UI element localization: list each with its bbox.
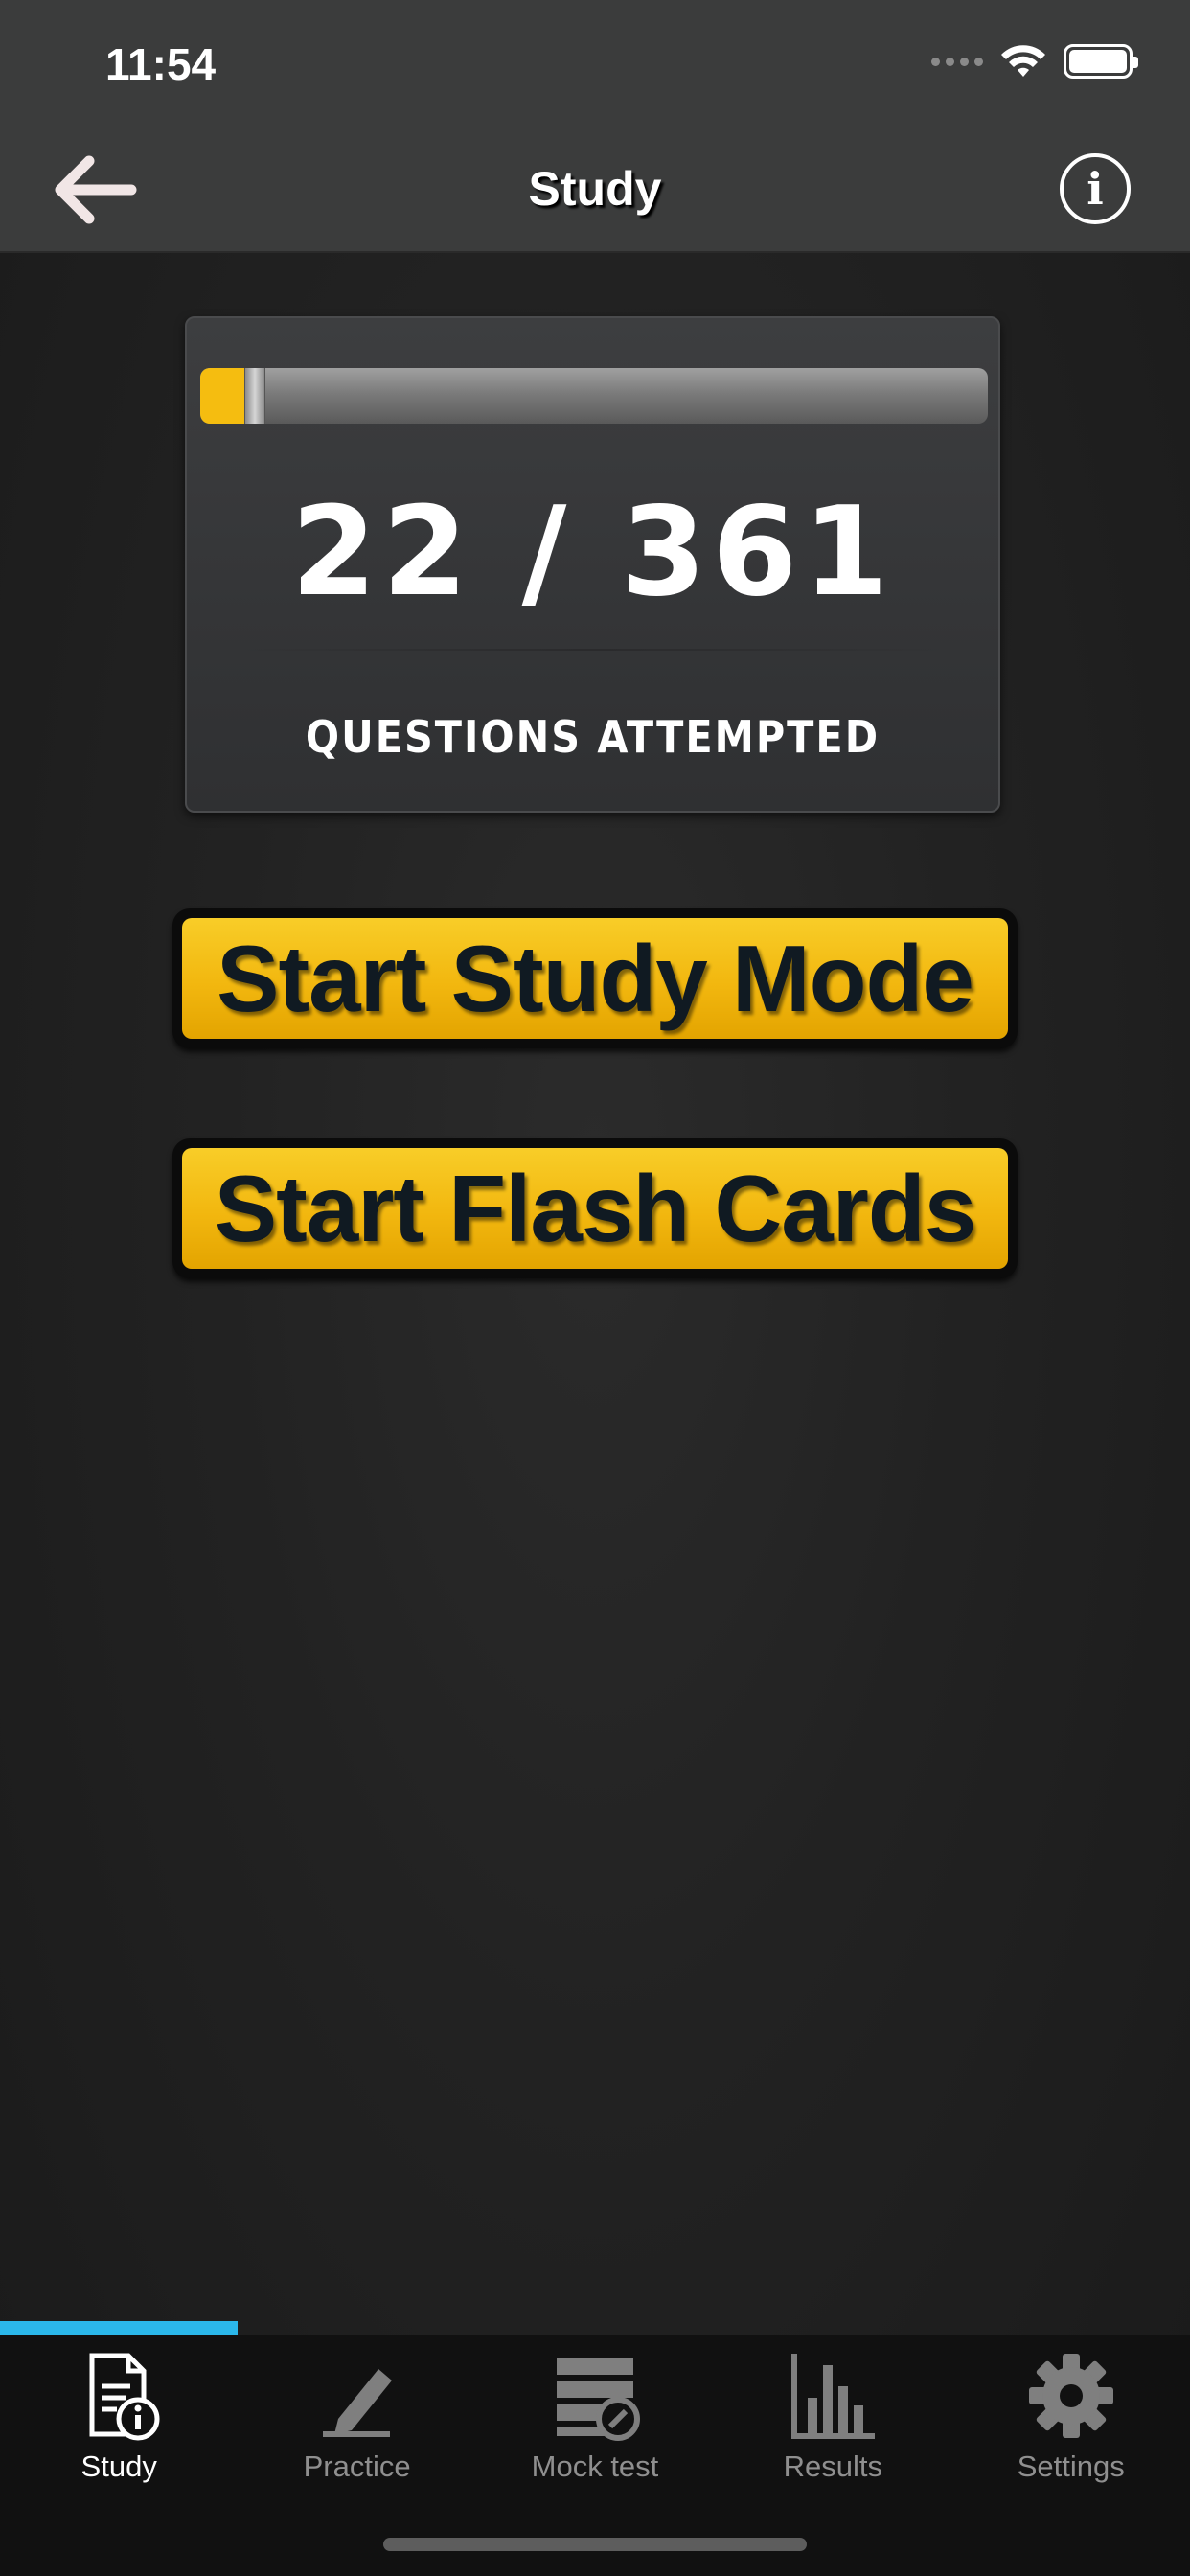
pencil-icon bbox=[322, 2369, 392, 2437]
progress-card: 22 / 361 QUESTIONS ATTEMPTED bbox=[185, 316, 1000, 813]
info-button[interactable]: i bbox=[1060, 153, 1131, 224]
progress-label: QUESTIONS ATTEMPTED bbox=[305, 711, 881, 763]
tab-study[interactable]: Study bbox=[0, 2334, 238, 2517]
bar-chart-icon bbox=[791, 2354, 876, 2439]
status-time: 11:54 bbox=[105, 39, 217, 89]
tab-mock-test-label: Mock test bbox=[531, 2450, 659, 2483]
tab-study-label: Study bbox=[80, 2450, 157, 2483]
status-icons bbox=[931, 44, 1138, 79]
tab-practice[interactable]: Practice bbox=[238, 2334, 475, 2517]
tab-practice-label: Practice bbox=[303, 2450, 411, 2483]
info-icon: i bbox=[1087, 163, 1104, 215]
study-doc-info-icon bbox=[89, 2353, 160, 2441]
home-indicator bbox=[383, 2538, 807, 2551]
top-chrome: 11:54 Study i bbox=[0, 0, 1190, 253]
tab-results-label: Results bbox=[783, 2450, 883, 2483]
tab-results[interactable]: Results bbox=[714, 2334, 951, 2517]
tab-mock-test[interactable]: Mock test bbox=[476, 2334, 714, 2517]
start-study-mode-label: Start Study Mode bbox=[182, 918, 1008, 1039]
battery-icon bbox=[1064, 44, 1138, 79]
tab-settings-label: Settings bbox=[1017, 2450, 1125, 2483]
progress-count: 22 / 361 bbox=[290, 481, 895, 624]
start-flash-cards-label: Start Flash Cards bbox=[182, 1148, 1008, 1269]
progress-fill bbox=[200, 368, 248, 424]
page-title: Study bbox=[528, 162, 662, 216]
start-study-mode-button[interactable]: Start Study Mode bbox=[172, 908, 1018, 1048]
mock-test-icon bbox=[556, 2358, 640, 2441]
progress-knob bbox=[244, 368, 265, 424]
wifi-icon bbox=[1001, 45, 1045, 77]
start-flash-cards-button[interactable]: Start Flash Cards bbox=[172, 1138, 1018, 1278]
progress-bar bbox=[200, 368, 988, 424]
gear-icon bbox=[1028, 2354, 1113, 2438]
cellular-signal-icon bbox=[931, 57, 983, 66]
divider bbox=[235, 649, 950, 651]
active-tab-indicator bbox=[0, 2321, 238, 2334]
tab-settings[interactable]: Settings bbox=[952, 2334, 1190, 2517]
